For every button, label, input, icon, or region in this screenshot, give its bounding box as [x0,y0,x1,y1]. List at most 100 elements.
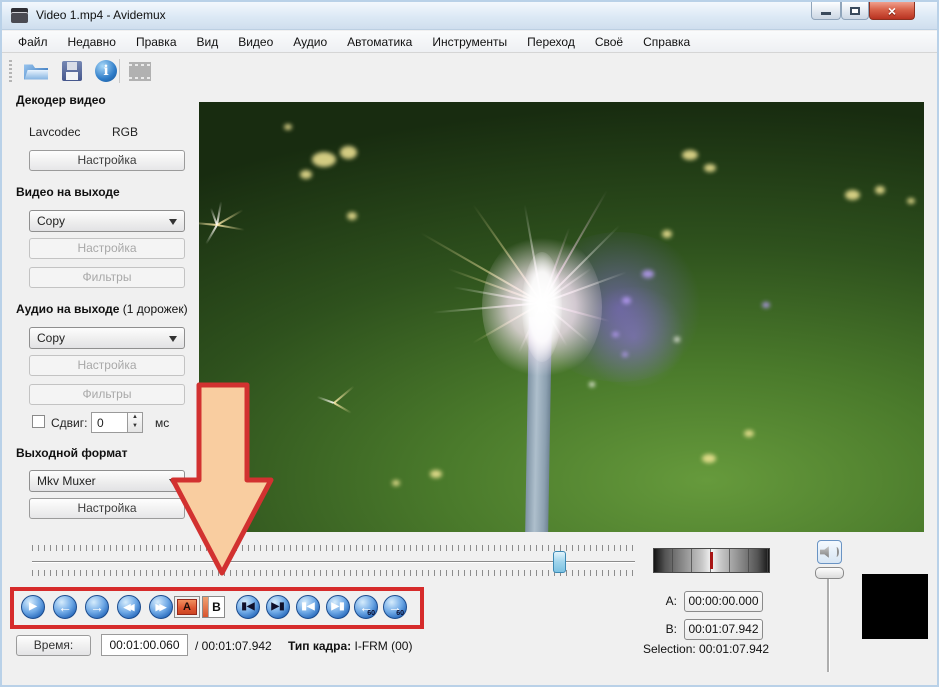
bokeh-light [762,302,770,308]
output-preview-box [862,574,928,639]
timeline-track[interactable] [32,561,635,562]
decoder-codec-label: Lavcodec [29,125,80,139]
time-button[interactable]: Время: [16,635,91,656]
muxer-select[interactable]: Mkv Muxer [29,470,185,492]
close-button[interactable]: × [869,2,915,20]
current-time-input[interactable] [101,634,188,656]
maximize-button[interactable] [841,2,869,20]
timeline-slider-handle[interactable] [553,551,566,573]
audio-filters-button[interactable]: Фильтры [29,384,185,405]
frame-type-value: I-FRM (00) [354,639,412,653]
bokeh-light [622,352,628,357]
previous-frame-button[interactable]: ← [53,595,77,619]
audio-configure-button[interactable]: Настройка [29,355,185,376]
toolbar-grip[interactable] [9,60,12,82]
bokeh-light [589,382,595,387]
bokeh-light [704,164,716,172]
spinner-arrows-icon[interactable]: ▲▼ [127,413,142,432]
output-format-title: Выходной формат [16,446,127,460]
volume-track[interactable] [827,579,829,672]
spark-streak [217,209,244,226]
bokeh-light [392,480,400,486]
selection-label: Selection: 00:01:07.942 [643,642,769,656]
play-button[interactable]: ▶ [21,595,45,619]
menu-file[interactable]: Файл [8,32,58,52]
menu-view[interactable]: Вид [187,32,229,52]
video-configure-button[interactable]: Настройка [29,238,185,259]
bokeh-light [682,150,698,160]
shift-value: 0 [97,416,104,430]
app-icon [11,8,28,23]
shuttle-slider[interactable] [653,548,770,573]
marker-b-label: B: [647,622,677,636]
video-codec-select[interactable]: Copy [29,210,185,232]
previous-keyframe-button[interactable]: ▮◀ [296,595,320,619]
info-button[interactable]: i [92,57,120,85]
fast-forward-button[interactable]: ▶▶ [149,595,173,619]
speaker-wave-icon [834,547,839,557]
previous-black-frame-button[interactable]: ▮◀ [236,595,260,619]
properties-button[interactable] [126,57,154,85]
marker-a-field[interactable]: 00:00:00.000 [684,591,763,612]
menu-custom[interactable]: Своё [585,32,633,52]
menu-audio[interactable]: Аудио [283,32,337,52]
bokeh-light [674,337,680,342]
info-icon: i [95,60,117,82]
keyframe-right-icon: ▶▮ [331,602,344,612]
shift-checkbox[interactable] [32,415,45,428]
bokeh-light [347,212,357,220]
spark-streak [217,224,245,231]
mute-button[interactable] [817,540,842,564]
video-filters-button[interactable]: Фильтры [29,267,185,288]
spark-streak [333,386,354,404]
spark-streak [205,225,218,245]
next-keyframe-button[interactable]: ▶▮ [326,595,350,619]
audio-tracks-count: (1 дорожек) [123,302,188,316]
menu-bar: Файл Недавно Правка Вид Видео Аудио Авто… [2,31,937,53]
total-time-label: / 00:01:07.942 [195,639,272,653]
minimize-button[interactable] [811,2,841,20]
decoder-configure-button[interactable]: Настройка [29,150,185,171]
set-marker-b-button[interactable]: B [202,596,225,618]
next-black-frame-button[interactable]: ▶▮ [266,595,290,619]
menu-tools[interactable]: Инструменты [422,32,517,52]
menu-recent[interactable]: Недавно [58,32,126,52]
bokeh-light [622,297,631,304]
menu-video[interactable]: Видео [228,32,283,52]
next-frame-button[interactable]: → [85,595,109,619]
bokeh-light [312,152,336,167]
back-60s-button[interactable]: ←60 [354,595,378,619]
menu-help[interactable]: Справка [633,32,700,52]
marker-b-icon: B [209,597,224,617]
open-file-button[interactable] [22,57,50,85]
black-frame-right-icon: ▶▮ [271,602,284,612]
shuttle-center-mark [710,552,713,569]
save-icon [62,61,82,81]
properties-icon [129,62,151,81]
bokeh-light [300,170,312,179]
menu-auto[interactable]: Автоматика [337,32,422,52]
marker-b-field[interactable]: 00:01:07.942 [684,619,763,640]
audio-codec-select[interactable]: Copy [29,327,185,349]
main-toolbar: i [2,54,937,87]
timeline-ticks-top [32,545,635,551]
minimize-icon [821,12,831,15]
save-button[interactable] [58,57,86,85]
title-bar[interactable]: Video 1.mp4 - Avidemux × [2,2,937,30]
set-marker-a-button[interactable]: A [174,596,200,618]
shift-spinbox[interactable]: 0 ▲▼ [91,412,143,433]
jump-seconds-label: 60 [396,610,404,617]
black-frame-left-icon: ▮◀ [241,602,254,612]
bokeh-light [612,332,619,337]
menu-edit[interactable]: Правка [126,32,187,52]
open-file-icon [24,63,48,80]
rewind-button[interactable]: ◀◀ [117,595,141,619]
arrow-left-icon: ← [58,601,72,613]
forward-60s-button[interactable]: →60 [383,595,407,619]
spark-streak [334,402,352,414]
bokeh-light [875,186,885,194]
menu-go[interactable]: Переход [517,32,585,52]
format-configure-button[interactable]: Настройка [29,498,185,519]
volume-slider-handle[interactable] [815,567,844,579]
jump-seconds-label: 60 [367,610,375,617]
